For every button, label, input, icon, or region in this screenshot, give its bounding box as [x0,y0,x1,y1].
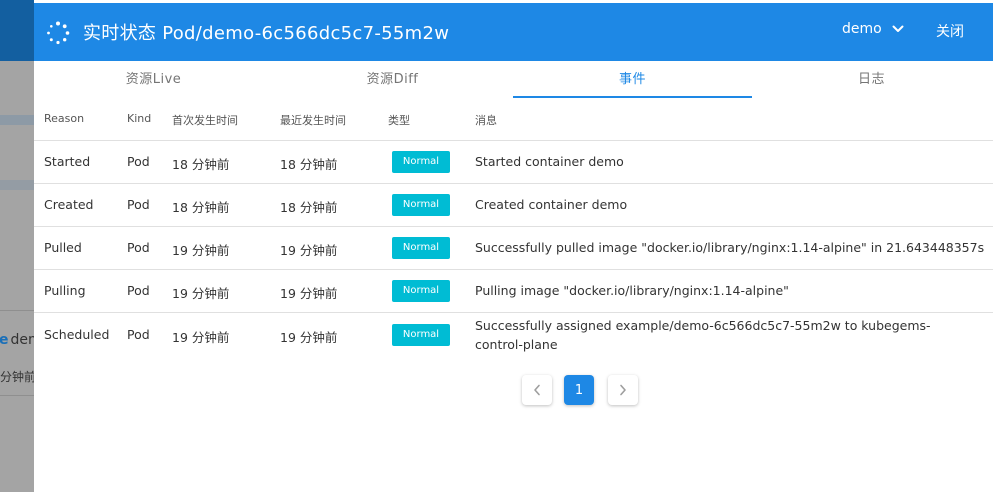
cell-last-time: 19 分钟前 [280,243,338,258]
table-row: Created Pod 18 分钟前 18 分钟前 Normal Created… [34,184,993,227]
cell-last-time: 18 分钟前 [280,200,338,215]
cell-first-time: 19 分钟前 [172,286,230,301]
cell-reason: Created [44,197,94,212]
background-row-text: edem [0,332,34,348]
realtime-status-dialog: 实时状态 Pod/demo-6c566dc5c7-55m2w demo 关闭 资… [34,0,993,492]
loading-spinner-icon [47,21,70,45]
close-button[interactable]: 关闭 [936,21,964,41]
tab-events[interactable]: 事件 [513,61,752,99]
column-header-last-time[interactable]: 最近发生时间 [280,112,346,128]
tab-bar: 资源Live 资源Diff 事件 日志 [34,61,993,99]
cell-message: Successfully assigned example/demo-6c566… [475,318,931,352]
cell-reason: Pulled [44,240,82,255]
cell-first-time: 18 分钟前 [172,200,230,215]
table-header: Reason Kind 首次发生时间 最近发生时间 类型 消息 [34,99,993,141]
column-header-kind[interactable]: Kind [127,112,151,125]
background-divider [0,395,34,396]
column-header-first-time[interactable]: 首次发生时间 [172,112,238,128]
background-time-text: 分钟前 [0,370,34,384]
type-badge: Normal [392,237,450,259]
tab-resource-diff[interactable]: 资源Diff [273,61,512,99]
table-row: Scheduled Pod 19 分钟前 19 分钟前 Normal Succe… [34,313,993,357]
cell-message: Pulling image "docker.io/library/nginx:1… [475,283,789,298]
type-badge: Normal [392,151,450,173]
active-tab-indicator [513,96,752,98]
cell-last-time: 19 分钟前 [280,330,338,345]
cell-reason: Pulling [44,283,86,298]
column-header-reason[interactable]: Reason [44,112,84,125]
previous-page-button[interactable] [522,375,552,405]
cell-message: Started container demo [475,154,624,169]
background-app: edem 分钟前 [0,0,34,492]
table-row: Started Pod 18 分钟前 18 分钟前 Normal Started… [34,141,993,184]
type-badge: Normal [392,280,450,302]
cell-message: Successfully pulled image "docker.io/lib… [475,240,985,255]
background-row-highlight [0,115,34,125]
type-badge: Normal [392,194,450,216]
type-badge: Normal [392,324,450,346]
cell-last-time: 19 分钟前 [280,286,338,301]
page-button-current[interactable]: 1 [564,375,594,405]
background-row-highlight [0,180,34,190]
events-table: Reason Kind 首次发生时间 最近发生时间 类型 消息 Started … [34,99,993,357]
cell-kind: Pod [127,154,150,169]
cell-first-time: 18 分钟前 [172,157,230,172]
namespace-select[interactable]: demo [842,21,904,37]
chevron-left-icon [534,384,540,396]
cell-kind: Pod [127,240,150,255]
cell-first-time: 19 分钟前 [172,243,230,258]
cell-kind: Pod [127,327,150,342]
chevron-down-icon [892,25,904,32]
cell-first-time: 19 分钟前 [172,330,230,345]
dialog-title: 实时状态 Pod/demo-6c566dc5c7-55m2w [83,23,450,44]
background-divider [0,310,34,311]
background-topbar [0,0,34,61]
namespace-select-value: demo [842,21,882,37]
cell-reason: Scheduled [44,327,110,342]
cell-message: Created container demo [475,197,628,212]
tab-resource-live[interactable]: 资源Live [34,61,273,99]
cell-kind: Pod [127,283,150,298]
column-header-message[interactable]: 消息 [475,112,497,128]
tab-logs[interactable]: 日志 [752,61,991,99]
table-row: Pulled Pod 19 分钟前 19 分钟前 Normal Successf… [34,227,993,270]
column-header-type[interactable]: 类型 [388,112,410,128]
chevron-right-icon [620,384,626,396]
dialog-header: 实时状态 Pod/demo-6c566dc5c7-55m2w demo 关闭 [34,3,993,61]
cell-kind: Pod [127,197,150,212]
next-page-button[interactable] [608,375,638,405]
cell-reason: Started [44,154,91,169]
cell-last-time: 18 分钟前 [280,157,338,172]
table-row: Pulling Pod 19 分钟前 19 分钟前 Normal Pulling… [34,270,993,313]
